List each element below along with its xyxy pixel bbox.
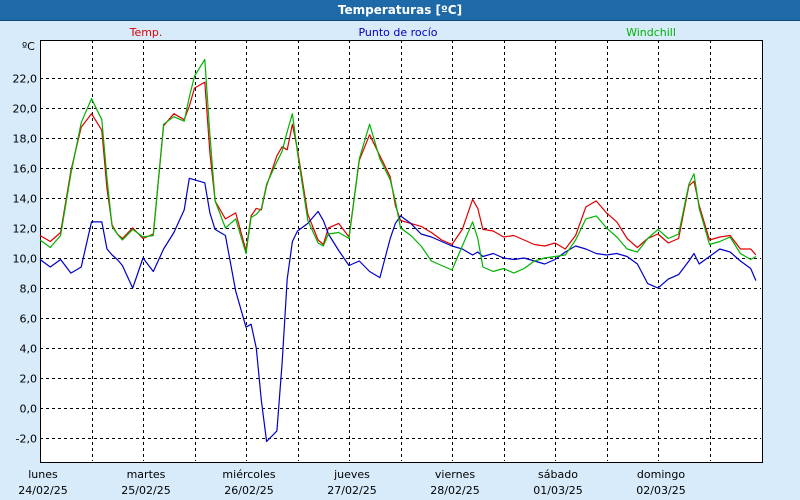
y-tick-label: 6,0 [20,313,38,326]
legend-entry: Punto de rocío [358,26,437,39]
y-tick-label: 8,0 [20,283,38,296]
y-tick-label: 4,0 [20,343,38,356]
y-tick-label: 16,0 [13,163,38,176]
x-tick-day-label: sábado [538,468,578,481]
x-tick-date-label: 24/02/25 [18,484,67,497]
x-tick-date-label: 01/03/25 [533,484,582,497]
legend-entry: Temp. [129,26,163,39]
y-tick-label: 10,0 [13,253,38,266]
x-tick-day-label: viernes [435,468,475,481]
series-line-punto-de-roc-o [39,177,757,443]
y-axis-unit: ºC [22,40,35,53]
y-tick-label: 0,0 [20,403,38,416]
x-tick-date-label: 27/02/25 [327,484,376,497]
x-tick-day-label: jueves [333,468,370,481]
y-tick-label: 12,0 [13,223,38,236]
x-tick-date-label: 28/02/25 [430,484,479,497]
y-tick-label: 2,0 [20,373,38,386]
x-tick-date-label: 26/02/25 [224,484,273,497]
y-tick-label: 22,0 [13,73,38,86]
temperature-chart: ºC -2,0 0,0 2,0 4,0 6,0 8,0 10,0 12,0 14,0 16,0 18… [13,26,761,497]
y-tick-label: 14,0 [13,193,38,206]
x-tick-day-label: miércoles [222,468,275,481]
x-tick-day-label: lunes [28,468,58,481]
y-tick-label: -2,0 [16,433,37,446]
x-tick-day-label: martes [127,468,166,481]
x-tick-day-label: domingo [637,468,685,481]
x-tick-date-label: 25/02/25 [121,484,170,497]
legend-entry: Windchill [626,26,676,39]
y-tick-label: 18,0 [13,133,38,146]
y-tick-label: 20,0 [13,103,38,116]
series-line-windchill [39,58,757,274]
x-tick-date-label: 02/03/25 [636,484,685,497]
